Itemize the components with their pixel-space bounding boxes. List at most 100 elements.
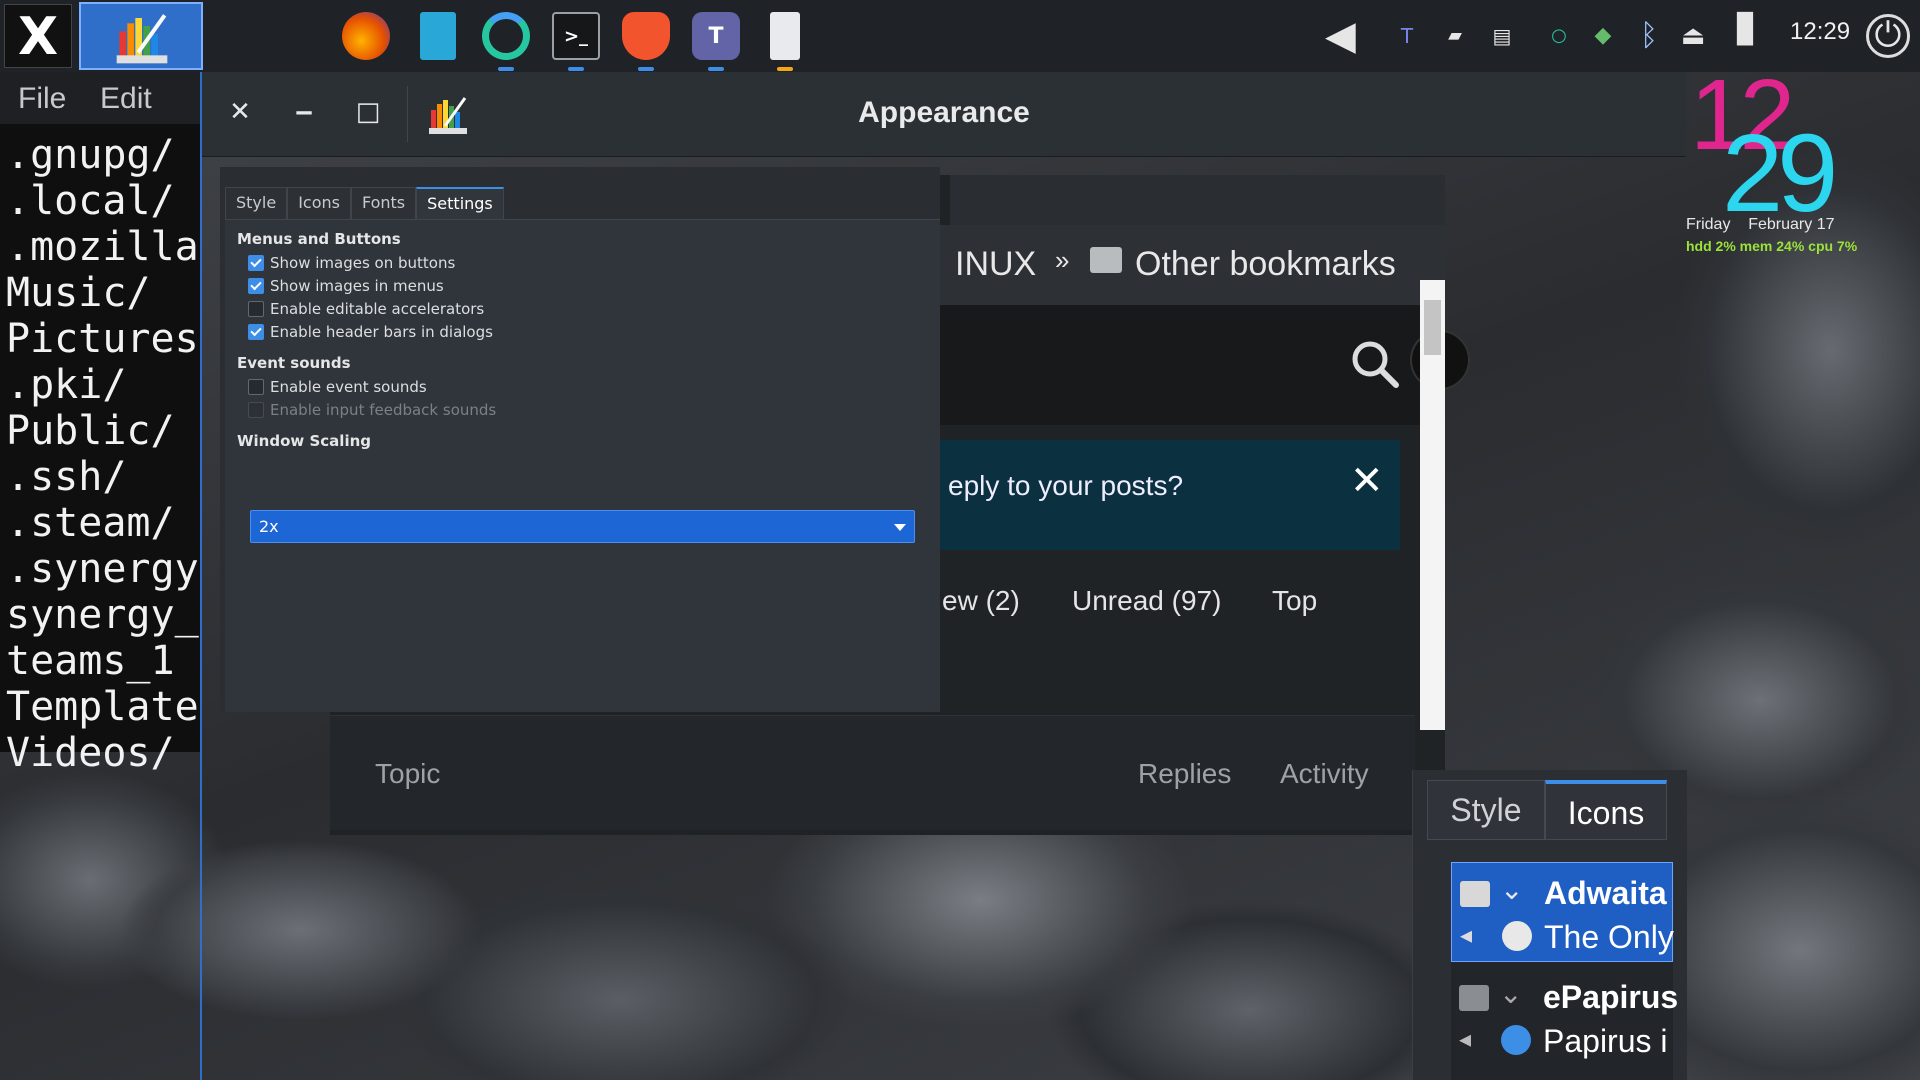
- chromium-icon[interactable]: [482, 12, 530, 60]
- settings-pane: Menus and Buttons Show images on buttons…: [225, 219, 940, 712]
- terminal-line: Public/: [6, 408, 175, 454]
- battery-icon[interactable]: ▮: [1730, 4, 1760, 64]
- terminal-menu-edit[interactable]: Edit: [100, 82, 152, 116]
- theme-preview-icon: [1502, 921, 1532, 951]
- editable-accelerators-checkbox[interactable]: Enable editable accelerators: [248, 299, 484, 319]
- theme-name: ePapirus: [1543, 979, 1679, 1015]
- checkbox[interactable]: [248, 301, 264, 317]
- app-launcher-button[interactable]: X: [4, 4, 72, 68]
- checkbox-label: Enable event sounds: [270, 378, 427, 396]
- terminal-window[interactable]: File Edit .gnupg/.local/.mozilla Music/Pi…: [0, 72, 200, 776]
- event-sounds-heading: Event sounds: [237, 354, 351, 372]
- show-images-menus-checkbox[interactable]: Show images in menus: [248, 276, 444, 296]
- checkbox-label: Enable header bars in dialogs: [270, 323, 493, 341]
- checkbox-label: Enable input feedback sounds: [270, 401, 497, 419]
- window-scaling-heading: Window Scaling: [237, 432, 372, 450]
- tab-bar: Style Icons Fonts Settings: [225, 187, 504, 219]
- logout-icon[interactable]: ⏻: [1866, 14, 1910, 58]
- tab-icons[interactable]: Icons: [287, 187, 351, 219]
- terminal-line: Videos/: [6, 730, 175, 776]
- terminal-line: .synergy: [6, 546, 199, 592]
- widget-date-text: February 17: [1748, 216, 1835, 233]
- running-indicator: [498, 67, 514, 71]
- checkbox-label: Enable editable accelerators: [270, 300, 485, 318]
- bluetooth-icon[interactable]: ᛒ: [1634, 18, 1664, 54]
- list-item[interactable]: ⌄ Adwaita ◂ The Only: [1451, 862, 1674, 962]
- appearance-dialog[interactable]: ✕ ‒ □ Appearance Style Icons Fonts Setti…: [202, 72, 1686, 712]
- replies-column-header[interactable]: Replies: [1138, 758, 1231, 790]
- checkbox-label: Show images in menus: [270, 277, 444, 295]
- cube-icon[interactable]: ◆: [1588, 18, 1618, 54]
- terminal-line: synergy_: [6, 592, 199, 638]
- chat-icon[interactable]: ▰: [1440, 18, 1470, 54]
- terminal-menubar: File Edit: [0, 72, 200, 124]
- dialog-content: Style Icons Fonts Settings Menus and But…: [220, 167, 940, 712]
- header-bars-checkbox[interactable]: Enable header bars in dialogs: [248, 322, 493, 342]
- title-bar[interactable]: ✕ ‒ □ Appearance: [202, 72, 1686, 157]
- terminal-line: Pictures: [6, 316, 199, 362]
- activity-column-header[interactable]: Activity: [1280, 758, 1369, 790]
- topic-list-header: Topic Replies Activity: [330, 715, 1415, 830]
- theme-description: The Only: [1544, 919, 1674, 955]
- terminal-output: .gnupg/.local/.mozilla Music/Pictures .pki…: [6, 132, 199, 776]
- terminal-line: .mozilla: [6, 224, 199, 270]
- menus-buttons-heading: Menus and Buttons: [237, 230, 401, 248]
- terminal-line: .pki/: [6, 362, 127, 408]
- running-indicator: [638, 67, 654, 71]
- tab-fonts[interactable]: Fonts: [350, 187, 417, 219]
- appearance-app-icon: [116, 14, 168, 64]
- appearance-window-background[interactable]: Style Icons ⌄ Adwaita ◂ The Only ⌄ ePapi…: [1412, 770, 1687, 1080]
- input-feedback-sounds-checkbox: Enable input feedback sounds: [248, 400, 496, 420]
- folder-icon: [1460, 881, 1490, 907]
- tab-style[interactable]: Style: [225, 187, 288, 219]
- topic-column-header[interactable]: Topic: [375, 758, 440, 790]
- files-icon[interactable]: [420, 12, 456, 60]
- select-value: 2x: [259, 517, 279, 536]
- window-scaling-select[interactable]: 2x: [250, 510, 915, 543]
- checkbox[interactable]: [248, 278, 264, 294]
- terminal-line: .ssh/: [6, 454, 127, 500]
- terminal-line: teams_1: [6, 638, 175, 684]
- volume-muted-icon[interactable]: ◀: [1325, 16, 1356, 56]
- tab-icons[interactable]: Icons: [1545, 780, 1667, 840]
- running-indicator: [708, 67, 724, 71]
- terminal-icon[interactable]: >_: [552, 12, 600, 60]
- terminal-menu-file[interactable]: File: [18, 82, 66, 116]
- volume-icon: ◂: [1459, 1025, 1472, 1053]
- checkbox-label: Show images on buttons: [270, 254, 456, 272]
- download-icon: ⌄: [1500, 873, 1524, 906]
- teams-icon[interactable]: T: [692, 12, 740, 60]
- widget-system-stats: hdd 2% mem 24% cpu 7%: [1686, 238, 1858, 254]
- folder-icon: [1459, 985, 1489, 1011]
- volume-icon: ◂: [1460, 921, 1473, 949]
- icon-theme-list[interactable]: ⌄ Adwaita ◂ The Only ⌄ ePapirus ◂ Papiru…: [1451, 862, 1678, 1080]
- terminal-line: .gnupg/: [6, 132, 175, 178]
- brave-icon[interactable]: [622, 12, 670, 60]
- terminal-line: Template: [6, 684, 199, 730]
- teams-tray-icon[interactable]: T: [1392, 18, 1422, 54]
- running-indicator: [568, 67, 584, 71]
- theme-name: Adwaita: [1544, 875, 1667, 911]
- tab-style[interactable]: Style: [1427, 780, 1545, 840]
- status-circle-icon[interactable]: ○: [1544, 18, 1574, 54]
- terminal-line: .local/: [6, 178, 175, 224]
- checkbox[interactable]: [248, 379, 264, 395]
- eject-icon[interactable]: ⏏: [1678, 18, 1708, 54]
- notes-icon[interactable]: [770, 12, 800, 60]
- tab-settings[interactable]: Settings: [416, 187, 504, 219]
- theme-description: Papirus i: [1543, 1023, 1668, 1059]
- panel-clock[interactable]: 12:29: [1790, 18, 1850, 46]
- clipboard-icon[interactable]: ▤: [1487, 18, 1517, 54]
- event-sounds-checkbox[interactable]: Enable event sounds: [248, 377, 427, 397]
- top-panel: X >_ T ◀ T ▰ ▤ ○ ◆ ᛒ ⏏ ▮ 12:29 ⏻: [0, 0, 1920, 72]
- widget-day: Friday: [1686, 216, 1731, 233]
- firefox-icon[interactable]: [342, 12, 390, 60]
- list-item[interactable]: ⌄ ePapirus ◂ Papirus i: [1451, 967, 1678, 1067]
- show-images-buttons-checkbox[interactable]: Show images on buttons: [248, 253, 455, 273]
- terminal-line: .steam/: [6, 500, 175, 546]
- taskbar-item-appearance[interactable]: [79, 2, 203, 70]
- checkbox[interactable]: [248, 255, 264, 271]
- checkbox[interactable]: [248, 324, 264, 340]
- running-indicator: [777, 67, 793, 71]
- download-icon: ⌄: [1499, 977, 1523, 1010]
